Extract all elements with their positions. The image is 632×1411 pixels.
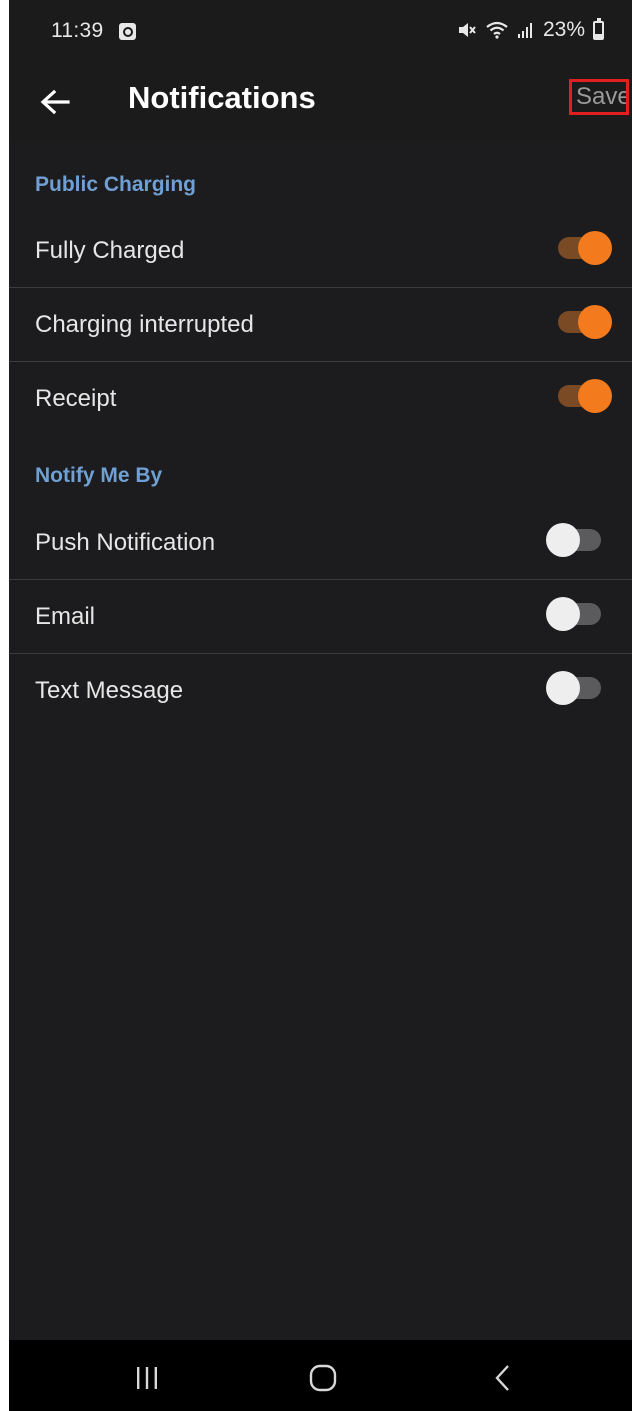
setting-label: Charging interrupted (35, 311, 254, 338)
toggle-text-message[interactable] (546, 671, 601, 705)
arrow-left-icon (40, 89, 70, 115)
toggle-knob (578, 379, 612, 413)
toggle-knob (546, 597, 580, 631)
setting-label: Fully Charged (35, 237, 185, 264)
toggle-push-notification[interactable] (546, 523, 601, 557)
app-bar: Notifications Save (9, 64, 632, 142)
system-nav-bar (9, 1340, 632, 1411)
recent-apps-button[interactable] (125, 1356, 169, 1400)
setting-row-email[interactable]: Email (9, 580, 632, 654)
toggle-knob (578, 231, 612, 265)
battery-level-fill (595, 34, 602, 38)
section-header-notify-me-by: Notify Me By (35, 464, 163, 487)
page-title: Notifications (128, 80, 316, 115)
setting-row-charging-interrupted[interactable]: Charging interrupted (9, 288, 632, 362)
setting-row-push-notification[interactable]: Push Notification (9, 506, 632, 580)
signal-icon (517, 23, 532, 38)
notification-app-icon (119, 23, 136, 40)
toggle-email[interactable] (546, 597, 601, 631)
mute-icon (458, 23, 476, 37)
system-back-button[interactable] (481, 1356, 525, 1400)
setting-row-receipt[interactable]: Receipt (9, 362, 632, 436)
setting-label: Email (35, 603, 96, 630)
toggle-knob (578, 305, 612, 339)
setting-label: Push Notification (35, 529, 216, 556)
setting-row-text-message[interactable]: Text Message (9, 654, 632, 728)
setting-label: Text Message (35, 677, 184, 704)
status-icons: 23% (457, 17, 604, 42)
wifi-icon (486, 21, 508, 39)
toggle-receipt[interactable] (558, 379, 612, 413)
status-time: 11:39 (51, 19, 104, 42)
status-bar: 11:39 23% (9, 0, 632, 64)
toggle-knob (546, 523, 580, 557)
battery-icon (593, 17, 604, 40)
phone-screen: 11:39 23% Notifications Save Public Char… (9, 0, 632, 1411)
section-header-public-charging: Public Charging (35, 173, 197, 196)
setting-row-fully-charged[interactable]: Fully Charged (9, 214, 632, 288)
toggle-charging-interrupted[interactable] (558, 305, 612, 339)
setting-label: Receipt (35, 385, 117, 412)
save-button[interactable]: Save (569, 79, 629, 115)
toggle-knob (546, 671, 580, 705)
battery-percent: 23% (542, 18, 585, 41)
toggle-fully-charged[interactable] (558, 231, 612, 265)
home-button[interactable] (301, 1356, 345, 1400)
back-icon (495, 1365, 509, 1391)
recent-apps-icon (137, 1367, 157, 1389)
home-icon (309, 1364, 337, 1392)
back-button[interactable] (31, 78, 79, 126)
settings-list: Public Charging Fully Charged Charging i… (9, 142, 632, 728)
